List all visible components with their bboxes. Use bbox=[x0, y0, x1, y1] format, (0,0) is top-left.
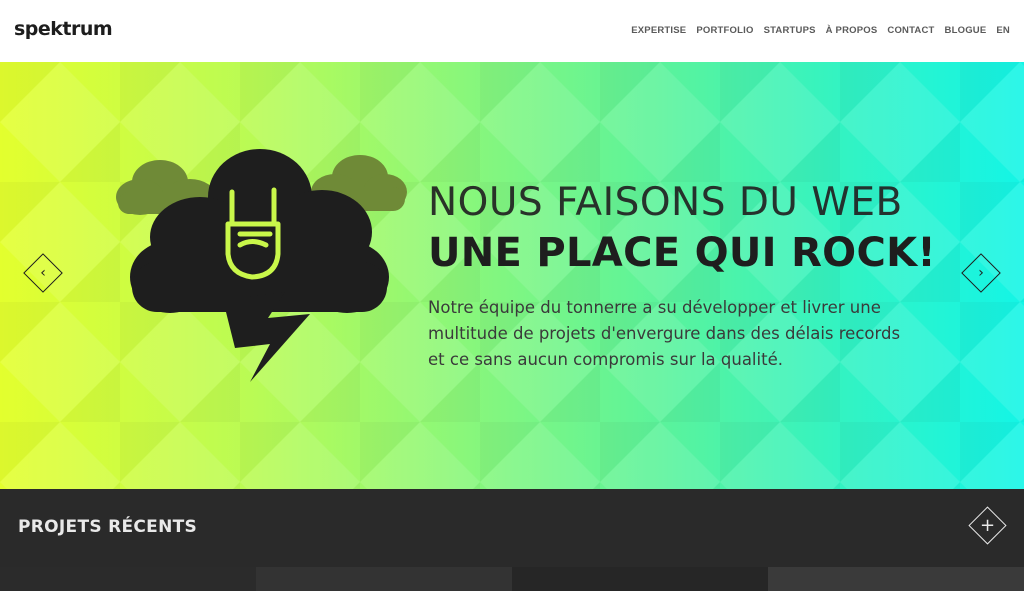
nav-a-propos[interactable]: À PROPOS bbox=[826, 25, 878, 36]
chevron-right-icon: › bbox=[978, 265, 984, 281]
hero-headline-line1: NOUS FAISONS DU WEB bbox=[428, 180, 903, 225]
main-nav: EXPERTISE PORTFOLIO STARTUPS À PROPOS CO… bbox=[631, 25, 1010, 36]
nav-portfolio[interactable]: PORTFOLIO bbox=[696, 25, 753, 36]
plus-icon: + bbox=[979, 514, 996, 536]
chevron-left-icon: ‹ bbox=[40, 265, 46, 281]
hero-description: Notre équipe du tonnerre a su développer… bbox=[428, 298, 901, 369]
project-thumbnail[interactable] bbox=[768, 567, 1024, 591]
nav-language-en[interactable]: EN bbox=[996, 25, 1010, 36]
nav-startups[interactable]: STARTUPS bbox=[764, 25, 816, 36]
recent-projects-section: PROJETS RÉCENTS + bbox=[0, 489, 1024, 567]
project-thumbnails-strip bbox=[0, 567, 1024, 591]
project-thumbnail[interactable] bbox=[256, 567, 512, 591]
nav-contact[interactable]: CONTACT bbox=[887, 25, 934, 36]
recent-projects-title: PROJETS RÉCENTS bbox=[18, 517, 198, 537]
nav-expertise[interactable]: EXPERTISE bbox=[631, 25, 686, 36]
site-logo[interactable]: spektrum bbox=[14, 18, 113, 40]
project-thumbnail[interactable] bbox=[512, 567, 768, 591]
project-thumbnail[interactable] bbox=[0, 567, 256, 591]
storm-cloud-illustration bbox=[110, 142, 410, 392]
site-header: spektrum EXPERTISE PORTFOLIO STARTUPS À … bbox=[0, 0, 1024, 62]
hero-slider: ‹ › NOUS FAISONS DU WEB UNE PLACE QUI RO… bbox=[0, 62, 1024, 489]
nav-blogue[interactable]: BLOGUE bbox=[945, 25, 987, 36]
expand-projects-button[interactable]: + bbox=[968, 506, 1007, 545]
hero-headline-line2: UNE PLACE QUI ROCK! bbox=[428, 230, 936, 276]
